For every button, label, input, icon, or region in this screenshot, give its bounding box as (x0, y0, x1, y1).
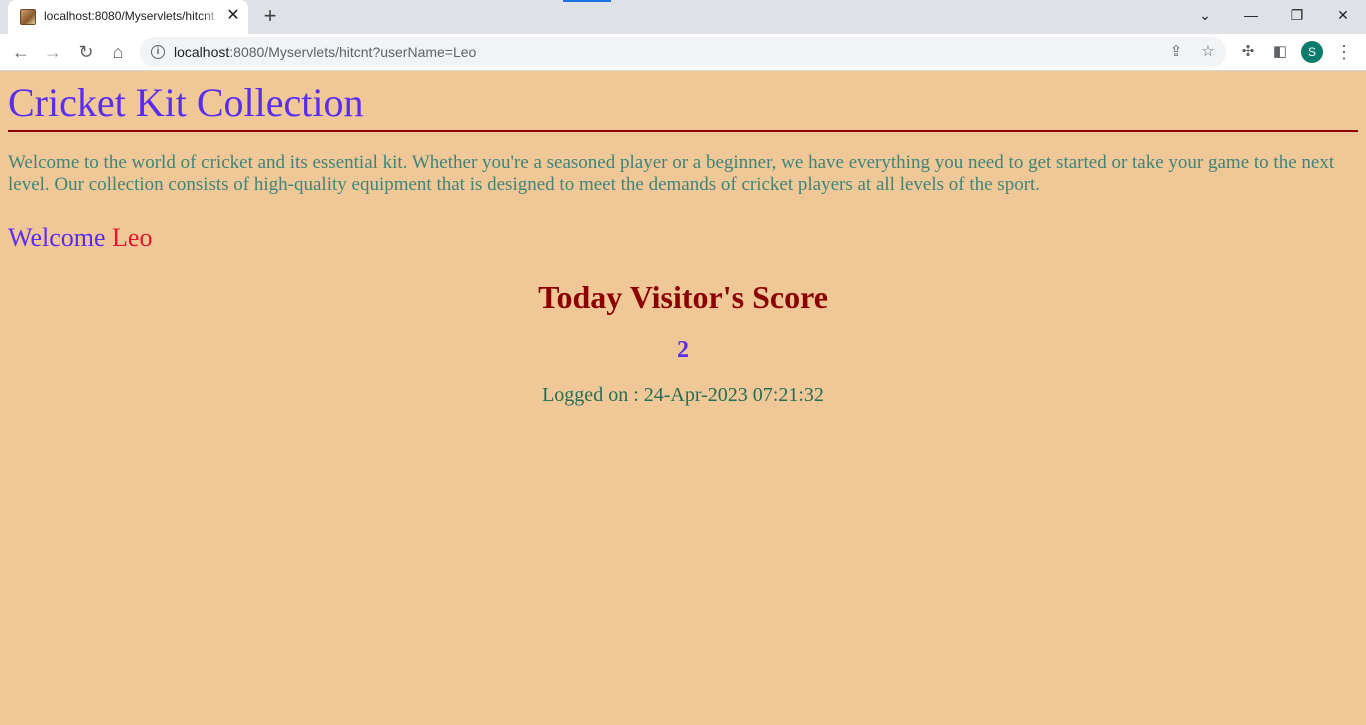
user-name: Leo (112, 223, 153, 252)
page-content: Cricket Kit Collection Welcome to the wo… (0, 71, 1366, 725)
profile-avatar[interactable]: S (1301, 41, 1323, 63)
forward-button[interactable]: → (39, 38, 67, 66)
tab-strip: localhost:8080/Myservlets/hitcnt ✕ + ⌄ —… (0, 0, 1366, 34)
intro-paragraph: Welcome to the world of cricket and its … (8, 152, 1335, 195)
address-bar[interactable]: i localhost:8080/Myservlets/hitcnt?userN… (140, 37, 1226, 67)
close-window-button[interactable]: ✕ (1320, 0, 1366, 34)
tab-search-button[interactable]: ⌄ (1182, 0, 1228, 34)
url-host: localhost (174, 44, 230, 60)
heading-divider (8, 130, 1358, 132)
home-button[interactable]: ⌂ (104, 38, 132, 66)
browser-tab[interactable]: localhost:8080/Myservlets/hitcnt ✕ (8, 0, 248, 34)
bookmark-star-icon[interactable]: ☆ (1198, 42, 1218, 62)
page-scrollbar[interactable] (1359, 71, 1366, 725)
minimize-button[interactable]: — (1228, 0, 1274, 34)
visitor-score-title: Today Visitor's Score (538, 279, 828, 315)
reload-button[interactable]: ↻ (72, 38, 100, 66)
address-url[interactable]: localhost:8080/Myservlets/hitcnt?userNam… (174, 44, 476, 60)
back-button[interactable]: ← (7, 38, 35, 66)
page-heading: Cricket Kit Collection (8, 80, 364, 125)
logged-on-timestamp: Logged on : 24-Apr-2023 07:21:32 (542, 384, 824, 406)
url-path: :8080/Myservlets/hitcnt?userName=Leo (229, 44, 477, 60)
site-favicon-icon (20, 9, 36, 25)
extensions-icon[interactable]: ✣ (1238, 42, 1258, 62)
tab-close-icon[interactable]: ✕ (224, 7, 242, 25)
restore-button[interactable]: ❐ (1274, 0, 1320, 34)
side-panel-icon[interactable]: ◧ (1270, 42, 1290, 62)
new-tab-button[interactable]: + (258, 5, 282, 29)
visitor-score-value: 2 (677, 337, 689, 363)
welcome-message: Welcome Leo (8, 223, 152, 253)
welcome-word: Welcome (8, 223, 106, 252)
tab-strip-accent (563, 0, 611, 2)
site-info-icon[interactable]: i (151, 45, 165, 59)
share-icon[interactable]: ⇪ (1166, 42, 1186, 62)
browser-toolbar: ← → ↻ ⌂ i localhost:8080/Myservlets/hitc… (0, 34, 1366, 71)
tab-title: localhost:8080/Myservlets/hitcnt (44, 9, 215, 23)
browser-menu-icon[interactable]: ⋮ (1334, 42, 1354, 62)
